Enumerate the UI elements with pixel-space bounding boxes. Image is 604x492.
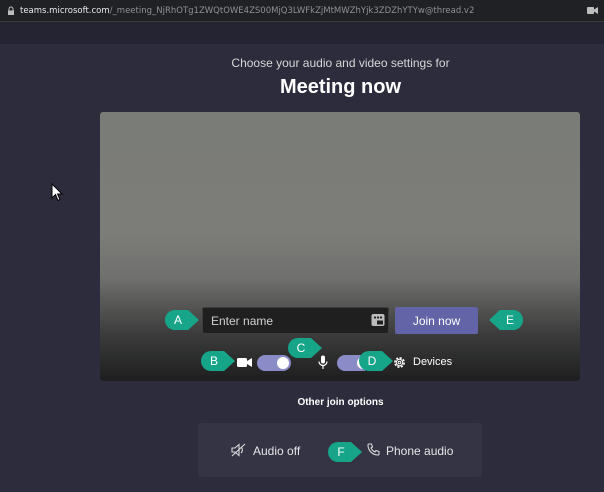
url-path: /_meeting_NjRhOTg1ZWQtOWE4ZS00MjQ3LWFkZj… (109, 5, 475, 16)
callout-e-letter: E (505, 313, 514, 327)
camera-indicator-icon[interactable] (587, 6, 598, 15)
callout-d-letter: D (367, 354, 377, 368)
callout-f: F (327, 441, 363, 463)
teams-top-bar (0, 22, 604, 44)
speaker-off-icon (231, 443, 246, 457)
devices-button[interactable]: Devices (413, 356, 452, 368)
callout-b: B (200, 350, 236, 372)
callout-a: A (164, 309, 200, 331)
callout-c: C (287, 337, 323, 359)
callout-a-letter: A (173, 313, 182, 327)
callout-e: E (488, 309, 524, 331)
video-preview (100, 112, 580, 381)
callout-b-letter: B (209, 354, 218, 368)
browser-address-bar[interactable]: teams.microsoft.com/_meeting_NjRhOTg1ZWQ… (0, 0, 604, 22)
page-title: Meeting now (279, 76, 402, 98)
phone-icon (367, 443, 380, 456)
callout-c-letter: C (296, 341, 306, 355)
url-host: teams.microsoft.com (20, 5, 110, 16)
input-options-icon[interactable] (371, 313, 385, 327)
phone-audio-option[interactable]: Phone audio (386, 444, 453, 458)
mouse-cursor-icon (51, 183, 63, 202)
lock-icon (8, 6, 14, 15)
video-camera-icon (237, 358, 252, 367)
video-toggle[interactable] (257, 355, 291, 371)
join-now-button[interactable]: Join now (395, 307, 478, 334)
name-input[interactable] (202, 307, 389, 334)
page-subtitle: Choose your audio and video settings for (231, 56, 450, 70)
callout-f-letter: F (337, 445, 345, 459)
callout-d: D (358, 350, 394, 372)
gear-icon[interactable] (392, 355, 407, 370)
other-join-options-label: Other join options (297, 397, 384, 408)
audio-off-option[interactable]: Audio off (253, 444, 300, 458)
